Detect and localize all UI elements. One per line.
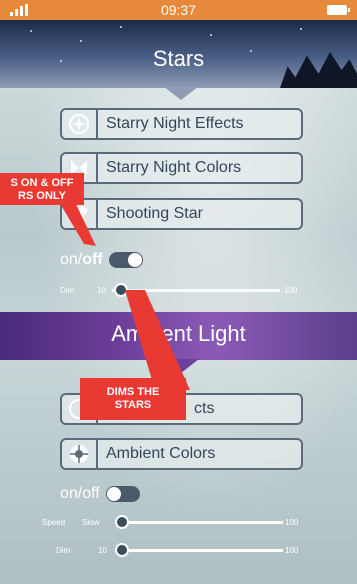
dim-label: Dim bbox=[60, 286, 75, 295]
starry-night-effects-button[interactable]: Starry Night Effects bbox=[60, 108, 303, 140]
speed-slider: Speed Slow 100 bbox=[0, 515, 357, 531]
compass-icon bbox=[62, 110, 98, 138]
stars-title: Stars bbox=[152, 46, 205, 71]
ambient-dim-min-label: 10 bbox=[98, 546, 107, 555]
ambient-dim-thumb[interactable] bbox=[115, 543, 129, 557]
stars-banner: Stars bbox=[0, 20, 357, 88]
ambient-colors-label: Ambient Colors bbox=[106, 445, 216, 462]
ambient-dim-label: Dim bbox=[56, 546, 71, 555]
status-time: 09:37 bbox=[160, 2, 197, 18]
speed-track[interactable] bbox=[117, 521, 283, 524]
speed-min-label: Slow bbox=[82, 518, 100, 527]
ambient-toggle-row: on/off bbox=[60, 485, 140, 503]
toggle-callout-line1: S ON & OFF bbox=[10, 177, 74, 189]
dim-callout-arrow bbox=[125, 290, 190, 390]
toggle-callout-arrow bbox=[58, 200, 96, 246]
dim-callout: DIMS THE STARS bbox=[80, 378, 186, 420]
ambient-dim-slider: Dim 10 100 bbox=[0, 543, 357, 559]
battery-icon bbox=[327, 5, 350, 15]
shooting-star-label: Shooting Star bbox=[106, 205, 203, 222]
starry-night-colors-label: Starry Night Colors bbox=[106, 159, 242, 176]
dim-callout-line1: DIMS THE bbox=[106, 386, 160, 398]
ambient-dim-track[interactable] bbox=[117, 549, 283, 552]
dim-max-label: 100 bbox=[284, 286, 298, 295]
banner-pointer bbox=[163, 86, 199, 100]
ambient-effects-label: cts bbox=[194, 400, 215, 417]
toggle-on-label: on/ bbox=[60, 251, 83, 268]
speed-thumb[interactable] bbox=[115, 515, 129, 529]
ambient-dim-max-label: 100 bbox=[285, 546, 299, 555]
speed-label: Speed bbox=[42, 518, 66, 527]
speed-max-label: 100 bbox=[285, 518, 299, 527]
starry-night-colors-button[interactable]: Starry Night Colors bbox=[60, 152, 303, 184]
color-wheel-icon bbox=[62, 440, 98, 468]
dim-callout-line2: STARS bbox=[114, 399, 152, 411]
status-bar: 09:37 bbox=[0, 0, 357, 20]
ambient-colors-button[interactable]: Ambient Colors bbox=[60, 438, 303, 470]
starry-night-effects-label: Starry Night Effects bbox=[106, 115, 244, 132]
ambient-toggle-label: on/off bbox=[60, 485, 100, 502]
ambient-toggle-switch[interactable] bbox=[105, 486, 140, 502]
